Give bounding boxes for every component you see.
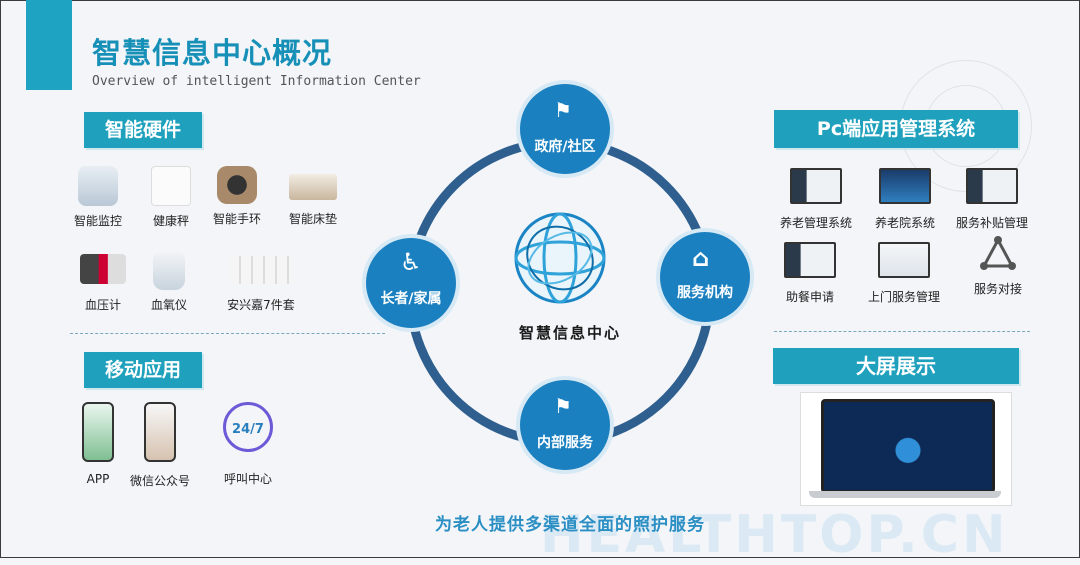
- mobile-item-label: 呼叫中心: [223, 472, 272, 486]
- mobile-item: 微信公众号: [120, 402, 200, 489]
- node-service-agency: ⌂ 服务机构: [660, 232, 750, 322]
- laptop-dashboard-icon: [800, 392, 1012, 506]
- pc-item-label: 养老管理系统: [779, 216, 852, 230]
- pc-tag-label: Pc端应用管理系统: [816, 118, 976, 140]
- blood-pressure-icon: [80, 254, 126, 284]
- hardware-tag: 智能硬件: [84, 112, 202, 148]
- call-center-icon: 24/7: [223, 402, 273, 452]
- pc-item: 养老管理系统: [770, 168, 862, 231]
- monitor-icon: [878, 242, 930, 278]
- hardware-item: 智能监控: [62, 166, 134, 229]
- pc-tag: Pc端应用管理系统: [774, 110, 1018, 148]
- mobile-item-label: 微信公众号: [129, 474, 190, 488]
- monitor-icon: [784, 242, 836, 278]
- node-elderly-family: ♿ 长者/家属: [366, 238, 456, 328]
- section-divider: [70, 333, 385, 334]
- corner-accent: [26, 0, 72, 90]
- monitor-icon: [966, 168, 1018, 204]
- phone-app-icon: [82, 402, 114, 462]
- house-icon: ⌂: [692, 244, 710, 272]
- hardware-item: 智能手环: [204, 166, 270, 227]
- call-badge: 24/7: [232, 422, 264, 437]
- pc-item: 助餐申请: [774, 242, 846, 305]
- hardware-item-label: 智能床垫: [288, 212, 337, 226]
- mobile-tag: 移动应用: [84, 352, 202, 388]
- laptop-base: [809, 491, 1001, 498]
- flag-icon: ⚑: [554, 98, 572, 122]
- hardware-item-label: 血氧仪: [150, 298, 187, 312]
- hardware-item-label: 健康秤: [152, 214, 189, 228]
- screen-tag: 大屏展示: [773, 348, 1019, 384]
- pc-item-label: 养老院系统: [874, 216, 935, 230]
- mobile-item: APP: [70, 402, 126, 486]
- screen-tag-label: 大屏展示: [856, 354, 936, 378]
- hardware-item: 健康秤: [138, 166, 204, 229]
- hardware-item: 智能床垫: [278, 166, 348, 227]
- page-title: 智慧信息中心概况: [92, 36, 333, 70]
- node-internal-service: ⚑ 内部服务: [520, 380, 610, 470]
- pc-item: 养老院系统: [862, 168, 948, 231]
- pc-item-label: 上门服务管理: [867, 290, 940, 304]
- hardware-item: 血氧仪: [136, 250, 202, 313]
- mobile-tag-label: 移动应用: [104, 359, 181, 381]
- node-label: 服务机构: [677, 285, 733, 301]
- hardware-item-label: 智能手环: [212, 212, 261, 226]
- hardware-item-label: 智能监控: [73, 214, 122, 228]
- hardware-item-label: 血压计: [84, 298, 121, 312]
- laptop-screen: [821, 399, 995, 493]
- camera-icon: [78, 166, 118, 206]
- connection-icon: [980, 236, 1016, 270]
- wristband-icon: [217, 166, 257, 204]
- flag-icon: ⚑: [554, 394, 572, 418]
- wechat-phone-icon: [144, 402, 176, 462]
- page-subtitle: Overview of intelligent Information Cent…: [92, 74, 421, 89]
- node-label: 政府/社区: [534, 139, 596, 155]
- node-label: 内部服务: [537, 435, 593, 451]
- center-label: 智慧信息中心: [518, 324, 621, 342]
- section-divider: [774, 331, 1030, 332]
- elderly-icon: ♿: [400, 248, 422, 276]
- pc-item-label: 服务补贴管理: [955, 216, 1028, 230]
- scale-icon: [151, 166, 191, 206]
- oximeter-icon: [153, 250, 185, 290]
- node-label: 长者/家属: [380, 291, 442, 307]
- pc-item: 服务补贴管理: [946, 168, 1038, 231]
- pc-item-label: 助餐申请: [785, 290, 834, 304]
- pc-item: 服务对接: [962, 234, 1034, 297]
- device-kit-icon: [229, 256, 293, 284]
- monitor-icon: [879, 168, 931, 204]
- globe-icon: [514, 212, 606, 304]
- pc-item-label: 服务对接: [973, 282, 1022, 296]
- slogan: 为老人提供多渠道全面的照护服务: [435, 515, 705, 535]
- hardware-tag-label: 智能硬件: [104, 119, 181, 141]
- node-government: ⚑ 政府/社区: [520, 84, 610, 174]
- hardware-item: 安兴嘉7件套: [216, 250, 306, 313]
- hardware-item: 血压计: [70, 250, 136, 313]
- mobile-item: 24/7 呼叫中心: [208, 402, 288, 487]
- mattress-icon: [289, 174, 337, 200]
- monitor-icon: [790, 168, 842, 204]
- hardware-item-label: 安兴嘉7件套: [227, 298, 295, 312]
- mobile-item-label: APP: [86, 472, 110, 486]
- pc-item: 上门服务管理: [858, 242, 950, 305]
